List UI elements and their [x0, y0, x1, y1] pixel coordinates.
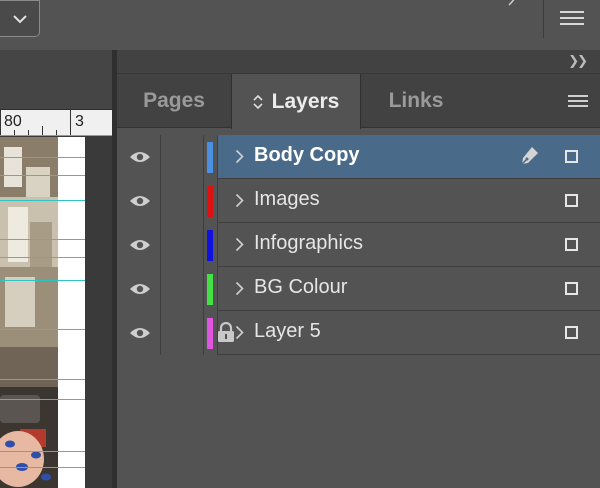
tab-layers[interactable]: Layers — [231, 74, 361, 129]
lock-toggle[interactable] — [161, 267, 204, 311]
chevron-right-icon[interactable] — [235, 325, 244, 340]
guide-line — [0, 280, 85, 281]
visibility-toggle[interactable] — [119, 311, 161, 355]
eye-icon — [130, 328, 150, 338]
ruler-tick — [70, 109, 71, 135]
pen-icon — [521, 147, 538, 165]
tab-pages[interactable]: Pages — [117, 74, 231, 128]
chevron-right-icon[interactable] — [235, 237, 244, 252]
ruler-tick — [42, 126, 43, 135]
guide-line — [0, 239, 85, 240]
layer-color-swatch — [207, 186, 213, 217]
guide-line — [0, 451, 85, 452]
ruler-label: 80 — [4, 113, 22, 130]
square-target-icon[interactable] — [565, 326, 578, 339]
layer-row[interactable]: Images — [119, 179, 600, 223]
pasteboard — [85, 137, 112, 488]
tab-label: Layers — [271, 89, 340, 113]
layer-color-swatch — [207, 318, 213, 349]
eye-icon — [130, 284, 150, 294]
tab-label: Links — [388, 89, 444, 112]
chevron-right-icon[interactable] — [235, 281, 244, 296]
tab-label: Pages — [143, 89, 205, 112]
hamburger-menu-icon[interactable] — [560, 10, 584, 26]
toolbar-divider — [543, 0, 544, 38]
lock-toggle[interactable] — [161, 311, 234, 355]
layer-name: Layer 5 — [254, 320, 321, 342]
layer-color-swatch — [207, 274, 213, 305]
horizontal-ruler[interactable]: 80 3 — [0, 109, 112, 136]
ruler-tick — [56, 130, 57, 135]
guide-line — [0, 200, 85, 201]
layer-name: Infographics — [254, 232, 363, 254]
lock-toggle[interactable] — [161, 179, 204, 223]
panel-tabs: Pages Layers Links — [117, 74, 600, 129]
panel-menu-icon[interactable] — [568, 95, 588, 107]
square-target-icon[interactable] — [565, 194, 578, 207]
guide-line — [0, 467, 85, 468]
square-target-icon[interactable] — [565, 282, 578, 295]
document-tab-bar — [0, 50, 112, 110]
guide-line — [0, 329, 85, 330]
guide-line — [0, 379, 85, 380]
lock-toggle[interactable] — [161, 135, 204, 179]
options-dropdown-button[interactable] — [0, 0, 40, 37]
layer-name: Body Copy — [254, 144, 360, 166]
control-bar — [0, 0, 600, 50]
panel-header: ❯❯ — [117, 50, 600, 74]
layer-name: Images — [254, 188, 320, 210]
lock-icon — [218, 322, 234, 342]
visibility-toggle[interactable] — [119, 267, 161, 311]
double-chevron-right-icon[interactable]: ❯❯ — [568, 53, 588, 69]
layer-color-swatch — [207, 142, 213, 173]
layers-panel: ❯❯ Pages Layers Links Body Copy Images Inf… — [117, 50, 600, 488]
guide-line — [0, 157, 85, 158]
ruler-tick — [14, 130, 15, 135]
layer-name: BG Colour — [254, 276, 348, 298]
document-photo — [0, 137, 58, 488]
layer-color-swatch — [207, 230, 213, 261]
up-down-arrows-icon — [253, 94, 263, 109]
visibility-toggle[interactable] — [119, 223, 161, 267]
guide-line — [0, 257, 85, 258]
ruler-tick — [28, 130, 29, 135]
visibility-toggle[interactable] — [119, 135, 161, 179]
layer-row[interactable]: Body Copy — [119, 135, 600, 179]
guide-line — [0, 399, 85, 400]
square-target-icon[interactable] — [565, 238, 578, 251]
document-area: 80 3 — [0, 50, 112, 488]
feather-icon — [508, 0, 515, 6]
layer-row[interactable]: Infographics — [119, 223, 600, 267]
layer-row[interactable]: Layer 5 — [119, 311, 600, 355]
eye-icon — [130, 240, 150, 250]
tab-links[interactable]: Links — [361, 74, 471, 128]
chevron-right-icon[interactable] — [235, 193, 244, 208]
layer-row[interactable]: BG Colour — [119, 267, 600, 311]
eye-icon — [130, 152, 150, 162]
lock-toggle[interactable] — [161, 223, 204, 267]
visibility-toggle[interactable] — [119, 179, 161, 223]
page-canvas[interactable] — [0, 137, 112, 488]
guide-line — [0, 175, 85, 176]
eye-icon — [130, 196, 150, 206]
ruler-tick — [0, 109, 1, 135]
ruler-label: 3 — [75, 113, 84, 130]
chevron-down-icon — [13, 15, 27, 24]
square-target-icon[interactable] — [565, 150, 578, 163]
chevron-right-icon[interactable] — [235, 149, 244, 164]
